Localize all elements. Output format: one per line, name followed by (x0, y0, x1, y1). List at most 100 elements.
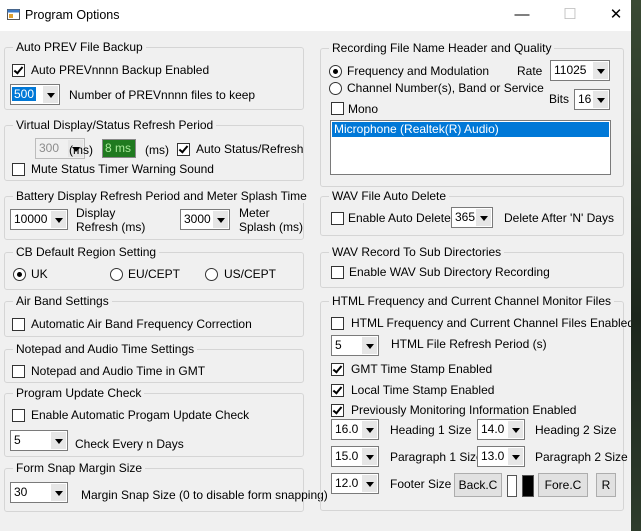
chevron-down-icon (213, 211, 228, 228)
meter-splash-value: 3000 (184, 212, 211, 226)
battery-group: Battery Display Refresh Period and Meter… (4, 189, 310, 240)
reset-colors-button[interactable]: R (596, 473, 616, 497)
channel-radio[interactable] (329, 82, 342, 95)
chevron-down-icon (51, 432, 66, 449)
close-icon: ✕ (609, 6, 623, 23)
maximize-button[interactable]: ☐ (550, 4, 590, 26)
region-us-radio[interactable] (205, 268, 218, 281)
delete-days-value: 365 (455, 210, 476, 224)
update-days-select[interactable]: 5 (10, 430, 68, 451)
prev-count-select[interactable]: 500 (10, 84, 60, 105)
close-button[interactable]: ✕ (596, 4, 636, 26)
cb-region-group: CB Default Region Setting UK EU/CEPT US/… (4, 245, 304, 290)
rate-select[interactable]: 11025 (550, 60, 610, 81)
mono-label: Mono (348, 102, 379, 116)
local-stamp-checkbox[interactable] (331, 384, 344, 397)
fore-color-button[interactable]: Fore.C (538, 473, 588, 497)
back-color-button[interactable]: Back.C (454, 473, 502, 497)
delete-days-select[interactable]: 365 (451, 207, 493, 228)
back-color-swatch (507, 475, 517, 497)
gmt-stamp-checkbox[interactable] (331, 363, 344, 376)
wav-delete-group: WAV File Auto Delete Enable Auto Delete … (320, 189, 624, 236)
freq-mod-radio[interactable] (329, 65, 342, 78)
bits-select[interactable]: 16 (574, 89, 610, 110)
gmt-stamp-label: GMT Time Stamp Enabled (351, 362, 493, 376)
notepad-legend: Notepad and Audio Time Settings (13, 342, 198, 356)
audio-device-list[interactable]: Microphone (Realtek(R) Audio) (330, 120, 611, 175)
air-band-checkbox[interactable] (12, 318, 25, 331)
desktop-background (631, 0, 641, 531)
form-snap-group: Form Snap Margin Size 30 Margin Snap Siz… (4, 461, 328, 512)
auto-prev-group: Auto PREV File Backup Auto PREVnnnn Back… (4, 40, 304, 110)
auto-prev-label: Auto PREVnnnn Backup Enabled (31, 63, 210, 77)
battery-refresh-value: 10000 (14, 212, 48, 226)
auto-prev-legend: Auto PREV File Backup (13, 40, 146, 54)
display-refresh-label-1: Display (76, 206, 116, 220)
paragraph2-size-label: Paragraph 2 Size (535, 450, 628, 464)
wav-delete-legend: WAV File Auto Delete (329, 189, 450, 203)
html-monitor-group: HTML Frequency and Current Channel Monit… (320, 294, 634, 511)
heading2-size-select[interactable]: 14.0 (477, 419, 525, 440)
battery-legend: Battery Display Refresh Period and Meter… (13, 189, 310, 203)
title-bar[interactable]: Program Options — ☐ ✕ (0, 0, 631, 31)
wav-subdir-checkbox[interactable] (331, 266, 344, 279)
html-refresh-select[interactable]: 5 (331, 335, 379, 356)
chevron-down-icon (593, 62, 608, 79)
region-us-label: US/CEPT (224, 267, 277, 281)
paragraph1-size-select[interactable]: 15.0 (331, 446, 379, 467)
program-options-window: Program Options — ☐ ✕ Auto PREV File Bac… (0, 0, 634, 531)
heading2-size-label: Heading 2 Size (535, 423, 617, 437)
paragraph2-size-select[interactable]: 13.0 (477, 446, 525, 467)
prev-monitor-checkbox[interactable] (331, 404, 344, 417)
air-band-legend: Air Band Settings (13, 294, 112, 308)
battery-refresh-select[interactable]: 10000 (10, 209, 68, 230)
heading1-size-select[interactable]: 16.0 (331, 419, 379, 440)
notepad-group: Notepad and Audio Time Settings Notepad … (4, 342, 304, 383)
auto-prev-checkbox[interactable] (12, 64, 25, 77)
chevron-down-icon (362, 337, 377, 354)
window-title: Program Options (25, 8, 120, 22)
chevron-down-icon (43, 86, 58, 103)
wav-subdir-label: Enable WAV Sub Directory Recording (349, 265, 550, 279)
chevron-down-icon (51, 211, 66, 228)
snap-margin-label: Margin Snap Size (0 to disable form snap… (81, 488, 328, 502)
wav-subdir-group: WAV Record To Sub Directories Enable WAV… (320, 245, 624, 288)
heading1-size-value: 16.0 (335, 422, 359, 436)
region-uk-radio[interactable] (13, 268, 26, 281)
update-group: Program Update Check Enable Automatic Pr… (4, 386, 304, 457)
form-snap-legend: Form Snap Margin Size (13, 461, 146, 475)
region-eu-radio[interactable] (110, 268, 123, 281)
display-refresh-label-2: Refresh (ms) (76, 220, 146, 234)
chevron-down-icon (476, 209, 491, 226)
options-client-area: Auto PREV File Backup Auto PREVnnnn Back… (0, 31, 634, 531)
snap-margin-select[interactable]: 30 (10, 482, 68, 503)
refresh-indicator: 8 ms (102, 139, 136, 158)
virtual-display-group: Virtual Display/Status Refresh Period 30… (4, 118, 304, 181)
auto-update-checkbox[interactable] (12, 409, 25, 422)
recording-group: Recording File Name Header and Quality F… (320, 41, 624, 187)
ms-label-2: (ms) (145, 143, 169, 157)
refresh-period-value: 300 (39, 141, 60, 155)
virtual-display-legend: Virtual Display/Status Refresh Period (13, 118, 217, 132)
auto-status-checkbox[interactable] (177, 143, 190, 156)
auto-update-label: Enable Automatic Progam Update Check (31, 408, 250, 422)
mono-checkbox[interactable] (331, 102, 344, 115)
footer-size-label: Footer Size (390, 477, 452, 491)
chevron-down-icon (51, 484, 66, 501)
notepad-gmt-checkbox[interactable] (12, 365, 25, 378)
html-refresh-label: HTML File Refresh Period (s) (391, 337, 547, 351)
region-uk-label: UK (31, 267, 48, 281)
refresh-indicator-text: 8 ms (105, 141, 132, 155)
minimize-button[interactable]: — (502, 4, 542, 26)
auto-delete-label: Enable Auto Delete (348, 211, 451, 225)
meter-splash-select[interactable]: 3000 (180, 209, 230, 230)
audio-device-item[interactable]: Microphone (Realtek(R) Audio) (332, 122, 609, 137)
maximize-icon: ☐ (563, 6, 577, 23)
paragraph2-size-value: 13.0 (481, 449, 505, 463)
footer-size-select[interactable]: 12.0 (331, 473, 379, 494)
auto-delete-checkbox[interactable] (331, 212, 344, 225)
prev-monitor-label: Previously Monitoring Information Enable… (351, 403, 577, 417)
html-files-checkbox[interactable] (331, 317, 344, 330)
mute-timer-checkbox[interactable] (12, 163, 25, 176)
html-monitor-legend: HTML Frequency and Current Channel Monit… (329, 294, 615, 308)
